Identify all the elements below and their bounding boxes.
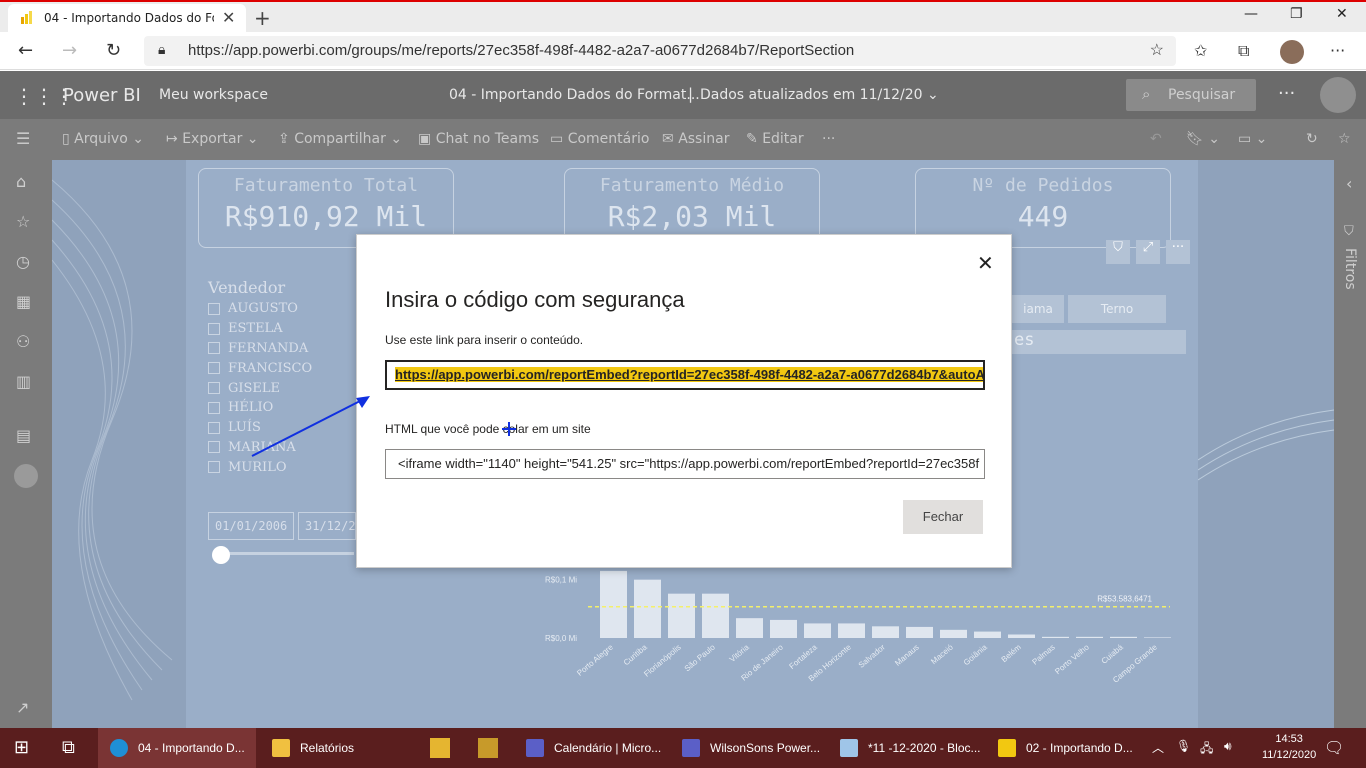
- embed-html-field[interactable]: <iframe width="1140" height="541.25" src…: [385, 449, 985, 479]
- notepad-icon: [840, 739, 858, 757]
- teams-icon: [526, 739, 544, 757]
- mic-icon[interactable]: 🎙︎: [1176, 739, 1191, 753]
- taskbar-item-notepad[interactable]: *11 -12-2020 - Bloc...: [830, 728, 990, 768]
- embed-code-dialog: ✕ Insira o código com segurança Use este…: [356, 234, 1012, 568]
- link-label: Use este link para inserir o conteúdo.: [385, 333, 584, 347]
- taskbar-label: WilsonSons Power...: [710, 741, 821, 755]
- folder-icon: [272, 739, 290, 757]
- taskbar-label: 02 - Importando D...: [1026, 741, 1133, 755]
- embed-link-text: https://app.powerbi.com/reportEmbed?repo…: [395, 367, 983, 382]
- edge-icon: [110, 739, 128, 757]
- taskbar-label: *11 -12-2020 - Bloc...: [868, 741, 981, 755]
- cursor-crosshair-icon: [502, 422, 516, 436]
- tray-chevron-icon[interactable]: ︿: [1152, 739, 1164, 756]
- taskbar-item-explorer[interactable]: Relatórios: [262, 728, 412, 768]
- taskbar-label: Calendário | Micro...: [554, 741, 662, 755]
- task-view-icon[interactable]: ⧉: [62, 737, 75, 758]
- taskbar-label: 04 - Importando D...: [138, 741, 245, 755]
- dialog-close-icon[interactable]: ✕: [977, 251, 994, 275]
- taskbar-item-teams[interactable]: WilsonSons Power...: [672, 728, 822, 768]
- volume-icon[interactable]: 🔊︎: [1224, 739, 1232, 754]
- taskbar-item-teams-calendar[interactable]: Calendário | Micro...: [516, 728, 666, 768]
- taskbar-item-edge[interactable]: 04 - Importando D...: [98, 728, 256, 768]
- pinned-app-icon[interactable]: [430, 738, 450, 758]
- clock-date: 11/12/2020: [1262, 749, 1317, 761]
- notifications-icon[interactable]: 🗨︎: [1324, 738, 1344, 758]
- windows-start-icon[interactable]: ⊞: [14, 737, 29, 758]
- taskbar-item-powerbi[interactable]: 02 - Importando D...: [992, 728, 1142, 768]
- clock-time: 14:53: [1275, 733, 1303, 745]
- teams-icon: [682, 739, 700, 757]
- powerbi-icon: [998, 739, 1016, 757]
- network-icon[interactable]: 🖧︎: [1200, 739, 1213, 760]
- dialog-title: Insira o código com segurança: [385, 287, 685, 312]
- fechar-button[interactable]: Fechar: [903, 500, 983, 534]
- windows-taskbar: ⊞ ⧉ 04 - Importando D... Relatórios Cale…: [0, 728, 1366, 768]
- html-label: HTML que você pode colar em um site: [385, 422, 591, 436]
- annotation-arrow: [251, 396, 370, 457]
- clock[interactable]: 14:53 11/12/2020: [1262, 731, 1316, 763]
- embed-link-field[interactable]: https://app.powerbi.com/reportEmbed?repo…: [385, 360, 985, 390]
- pinned-app-icon-2[interactable]: [478, 738, 498, 758]
- taskbar-label: Relatórios: [300, 741, 355, 755]
